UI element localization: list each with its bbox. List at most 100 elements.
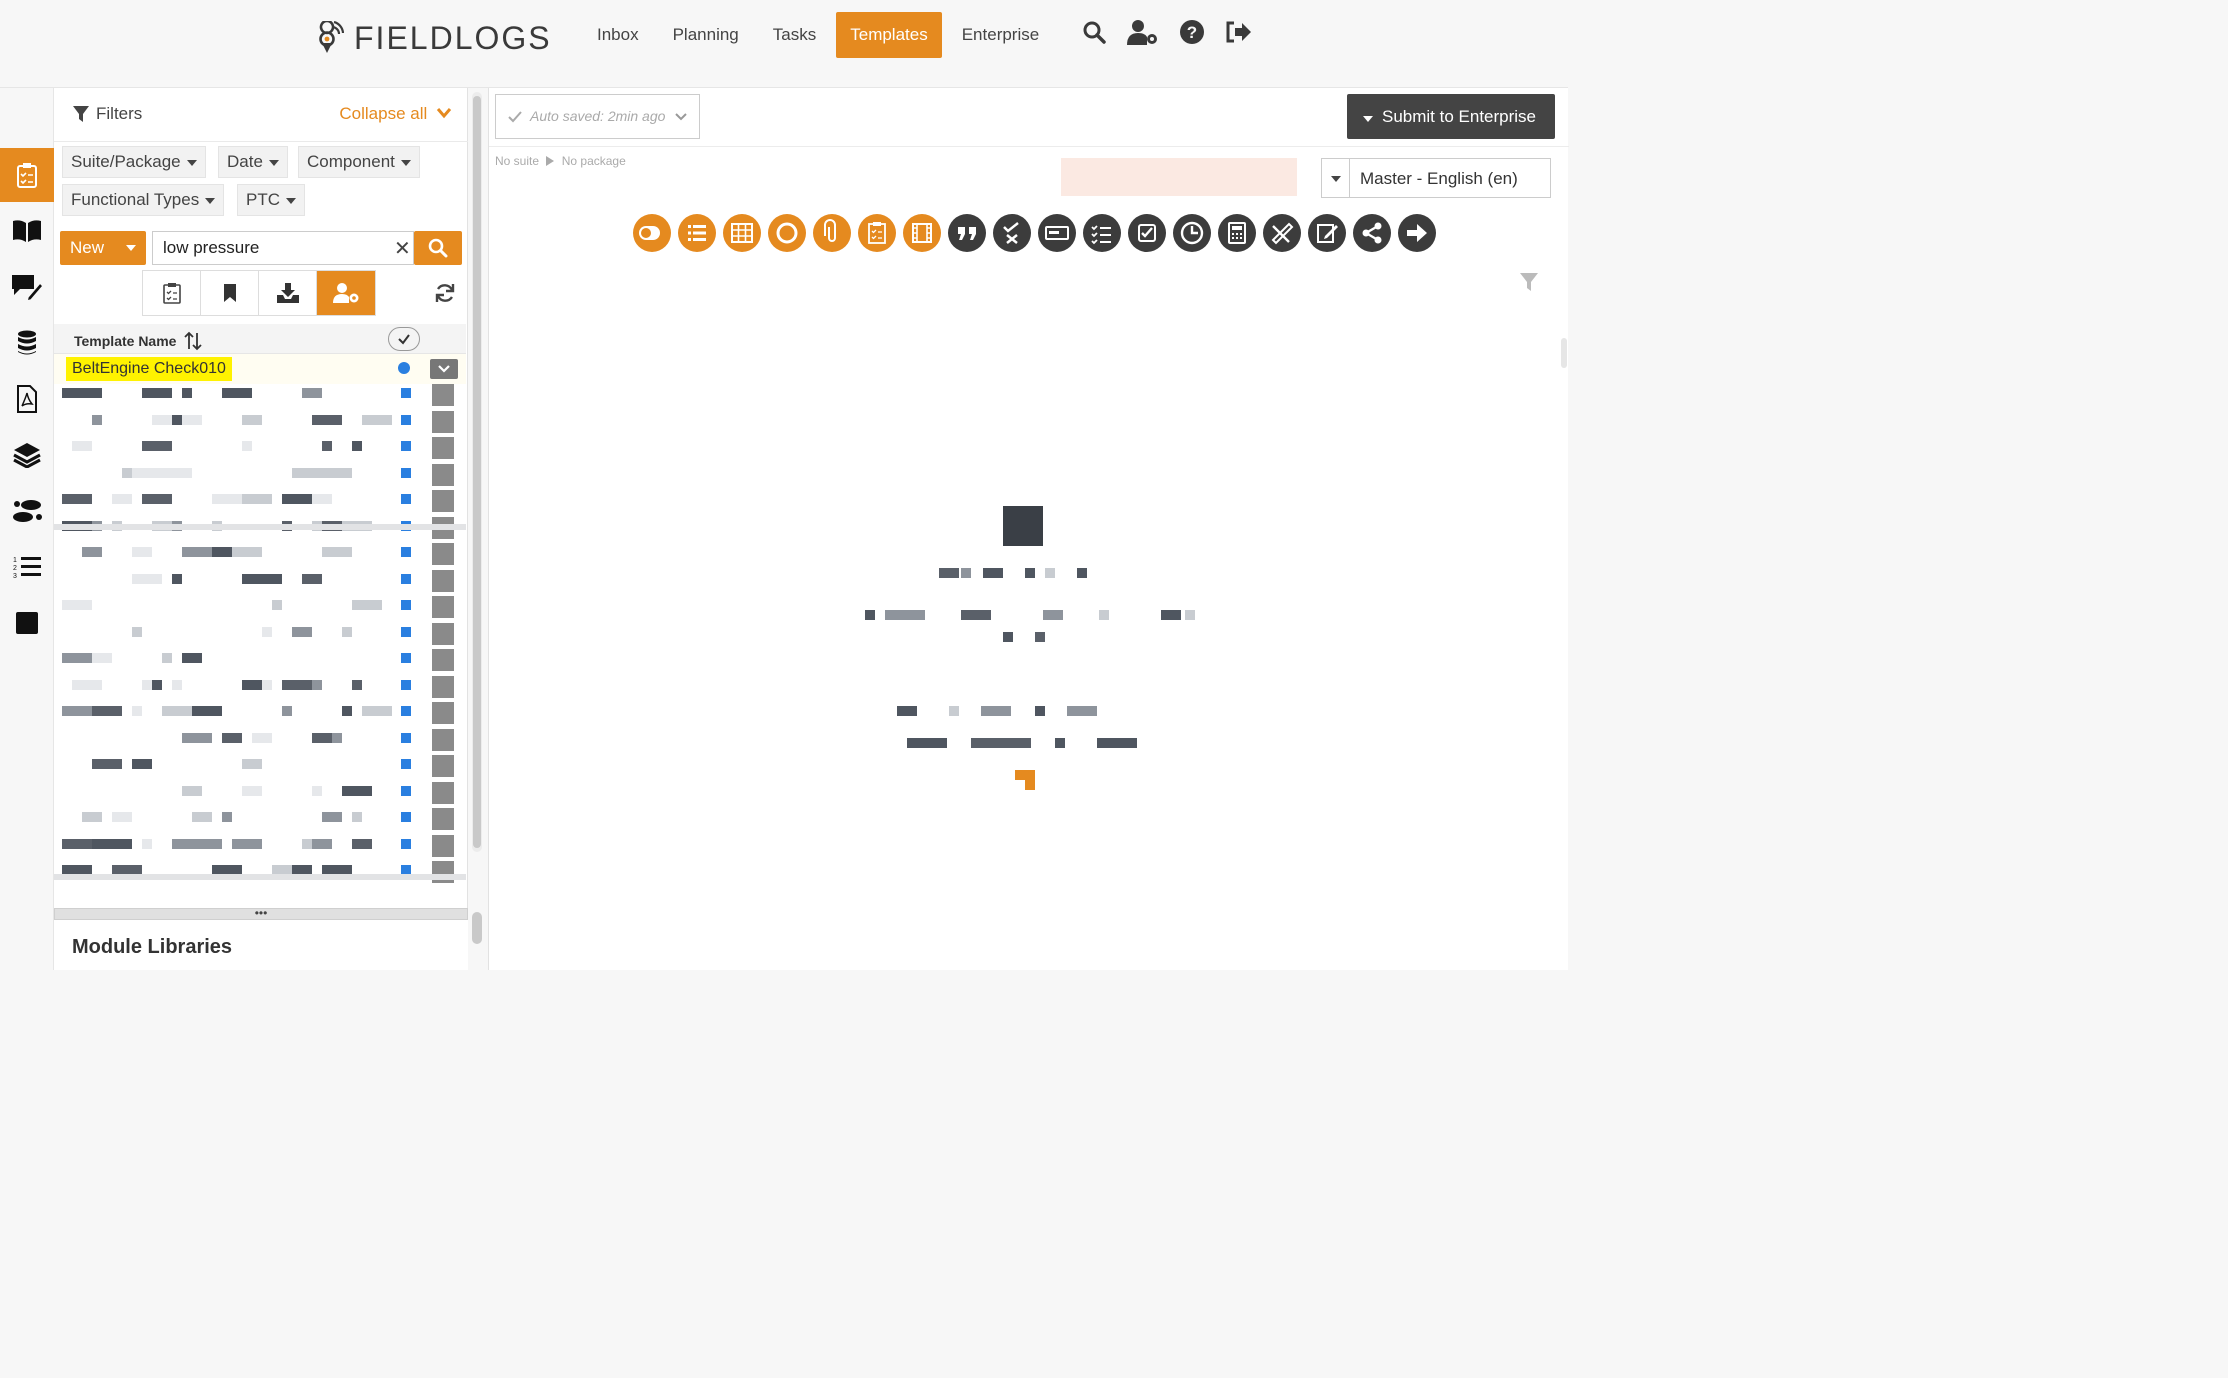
obscured-block (182, 414, 202, 425)
autosave-status[interactable]: Auto saved: 2min ago (495, 94, 700, 139)
nav-enterprise[interactable]: Enterprise (945, 12, 1056, 58)
obscured-block (192, 812, 212, 822)
checklist-icon[interactable] (1083, 214, 1121, 252)
language-select[interactable]: Master - English (en) (1321, 158, 1551, 198)
filter-icon[interactable] (1519, 272, 1539, 297)
obscured-block (82, 388, 102, 398)
input-box-icon[interactable] (1038, 214, 1076, 252)
edit-note-icon[interactable] (1308, 214, 1346, 252)
obscured-block (865, 610, 875, 620)
crumb-package[interactable]: No package (562, 154, 626, 168)
status-marker (401, 679, 411, 690)
obscured-block (983, 568, 1003, 578)
help-icon[interactable]: ? (1178, 18, 1206, 46)
table-row-selected[interactable]: BeltEngine Check010 (54, 354, 466, 384)
quote-icon[interactable] (948, 214, 986, 252)
filters-title[interactable]: Filters (72, 104, 142, 124)
new-template-button[interactable]: New (60, 231, 146, 265)
filter-date[interactable]: Date (218, 146, 288, 178)
table-icon[interactable] (723, 214, 761, 252)
module-libraries-scrollbar[interactable] (472, 912, 482, 944)
status-marker (401, 467, 411, 478)
fieldlogs-logo[interactable]: FIELDLOGS (318, 18, 552, 58)
template-title-field[interactable] (1061, 158, 1297, 196)
filter-ptc[interactable]: PTC (237, 184, 305, 216)
status-marker (401, 653, 411, 663)
arrow-right-icon[interactable] (1398, 214, 1436, 252)
user-cog-icon[interactable] (317, 271, 375, 315)
refresh-icon[interactable] (434, 282, 456, 309)
panel-resize-handle[interactable]: ••• (54, 907, 468, 920)
share-icon[interactable] (1353, 214, 1391, 252)
crumb-suite[interactable]: No suite (495, 154, 539, 168)
select-all-check-icon[interactable] (388, 327, 420, 351)
checkbox-icon[interactable] (1128, 214, 1166, 252)
square-icon[interactable] (0, 596, 54, 650)
obscured-block (242, 785, 262, 796)
row-menu-placeholder (432, 463, 454, 486)
row-menu-chevron-icon[interactable] (430, 359, 458, 379)
clipboard-icon[interactable] (143, 271, 201, 315)
comment-edit-icon[interactable] (0, 260, 54, 314)
attachment-icon[interactable] (813, 214, 851, 252)
calculator-icon[interactable] (1218, 214, 1256, 252)
clipboard-checklist-icon[interactable] (0, 148, 54, 202)
inbox-download-icon[interactable] (259, 271, 317, 315)
clear-search-icon[interactable]: ✕ (394, 236, 411, 261)
nav-tasks[interactable]: Tasks (756, 12, 833, 58)
obscured-block (961, 568, 971, 578)
search-button[interactable] (414, 231, 462, 265)
obscured-block (62, 838, 92, 849)
pdf-file-icon[interactable] (0, 372, 54, 426)
obscured-block (1043, 610, 1063, 620)
status-marker (401, 706, 411, 716)
film-icon[interactable] (903, 214, 941, 252)
numbered-list-icon[interactable]: 123 (0, 540, 54, 594)
obscured-block (92, 759, 122, 769)
editor-scrollbar[interactable] (1561, 338, 1567, 368)
template-list-scrollbar[interactable] (472, 92, 482, 852)
filter-functional-types[interactable]: Functional Types (62, 184, 225, 216)
filter-component[interactable]: Component (298, 146, 420, 178)
obscured-block (971, 738, 1031, 748)
nav-inbox[interactable]: Inbox (580, 12, 656, 58)
column-template-name[interactable]: Template Name (74, 331, 203, 351)
logo-text: FIELDLOGS (354, 19, 552, 56)
layers-icon[interactable] (0, 428, 54, 482)
clock-icon[interactable] (1173, 214, 1211, 252)
nav-templates[interactable]: Templates (836, 12, 942, 58)
filter-suite-package[interactable]: Suite/Package (62, 146, 206, 178)
ruler-pencil-icon[interactable] (1263, 214, 1301, 252)
row-menu-placeholder (432, 596, 454, 618)
obscured-block (112, 812, 132, 822)
database-icon[interactable] (0, 316, 54, 370)
obscured-block (1097, 738, 1137, 748)
toggle-icon[interactable] (633, 214, 671, 252)
list-icon[interactable] (678, 214, 716, 252)
user-settings-icon[interactable] (1126, 18, 1160, 46)
obscured-block (132, 706, 142, 716)
clipboard-icon[interactable] (858, 214, 896, 252)
row-menu-placeholder (432, 728, 454, 751)
collapse-all-link[interactable]: Collapse all (339, 104, 452, 124)
obscured-block (362, 414, 392, 425)
language-dropdown-toggle[interactable] (1322, 159, 1350, 197)
submit-to-enterprise-button[interactable]: Submit to Enterprise (1347, 94, 1555, 139)
template-name-cell[interactable]: BeltEngine Check010 (66, 357, 232, 381)
footsteps-icon[interactable] (0, 484, 54, 538)
filter-ptc-label: PTC (246, 190, 280, 209)
check-cross-icon[interactable] (993, 214, 1031, 252)
search-icon[interactable] (1080, 18, 1108, 46)
status-marker (401, 494, 411, 504)
obscured-block (142, 388, 172, 398)
circle-icon[interactable] (768, 214, 806, 252)
bookmark-icon[interactable] (201, 271, 259, 315)
obscured-block (182, 388, 192, 398)
nav-planning[interactable]: Planning (656, 12, 756, 58)
collapse-all-label: Collapse all (339, 104, 428, 123)
logout-icon[interactable] (1224, 18, 1252, 46)
book-icon[interactable] (0, 204, 54, 258)
template-search-input[interactable]: low pressure (152, 231, 414, 265)
module-libraries-title[interactable]: Module Libraries (72, 936, 232, 959)
scrollbar-thumb[interactable] (473, 96, 481, 848)
